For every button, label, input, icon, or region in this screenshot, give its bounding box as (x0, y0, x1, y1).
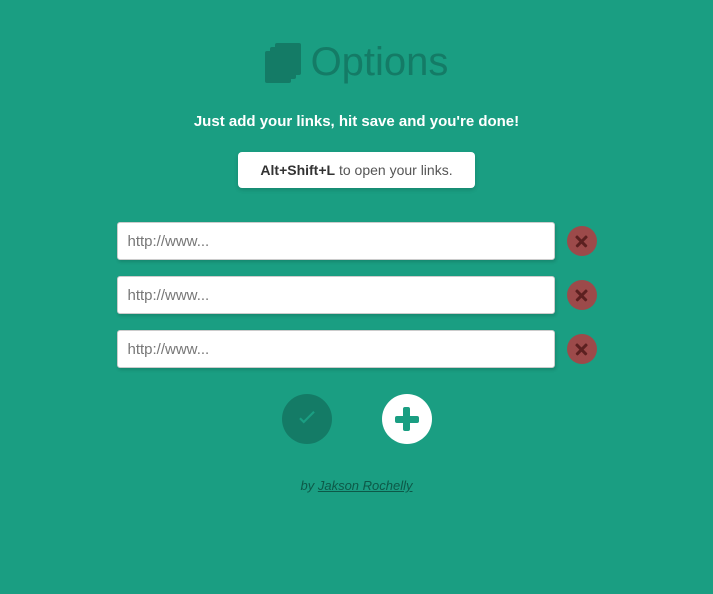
link-row (117, 222, 597, 260)
subtitle: Just add your links, hit save and you're… (0, 113, 713, 130)
footer-by: by (301, 478, 318, 493)
page-title: Options (311, 40, 449, 85)
shortcut-keys: Alt+Shift+L (260, 162, 335, 178)
author-link[interactable]: Jakson Rochelly (318, 478, 413, 493)
stack-icon (265, 43, 301, 83)
check-icon (294, 406, 320, 432)
remove-link-button[interactable] (567, 226, 597, 256)
links-list (0, 222, 713, 368)
remove-link-button[interactable] (567, 280, 597, 310)
shortcut-text: to open your links. (335, 162, 453, 178)
link-row (117, 276, 597, 314)
footer: by Jakson Rochelly (0, 478, 713, 493)
link-row (117, 330, 597, 368)
action-row (0, 394, 713, 444)
add-link-button[interactable] (382, 394, 432, 444)
shortcut-hint: Alt+Shift+L to open your links. (238, 152, 474, 188)
page-title-row: Options (0, 40, 713, 85)
link-input[interactable] (117, 330, 555, 368)
save-button[interactable] (282, 394, 332, 444)
link-input[interactable] (117, 222, 555, 260)
remove-link-button[interactable] (567, 334, 597, 364)
link-input[interactable] (117, 276, 555, 314)
